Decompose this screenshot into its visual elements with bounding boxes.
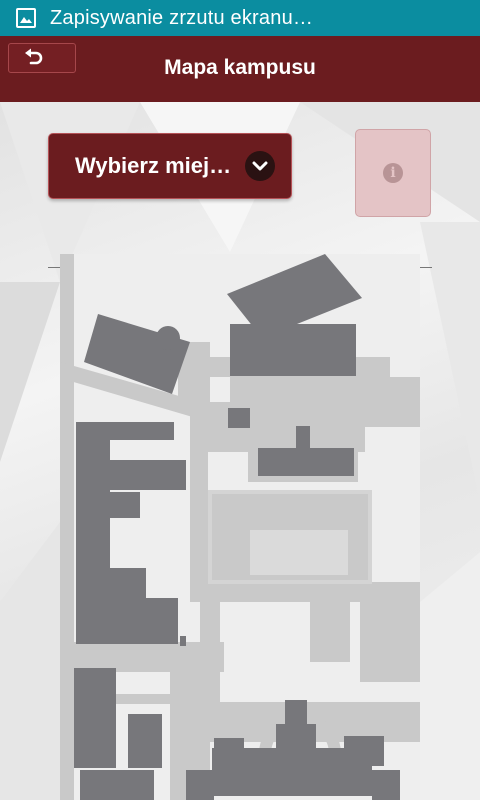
place-selector[interactable]: Wybierz miej… (48, 133, 292, 199)
image-icon (16, 8, 36, 28)
page-title: Mapa kampusu (164, 56, 316, 79)
place-selector-value: Wybierz miej… (75, 153, 232, 178)
map-screen: Wybierz miej… i (0, 102, 480, 800)
campus-map[interactable] (0, 252, 480, 800)
sports-field (250, 530, 348, 575)
oval-court (191, 290, 217, 338)
status-bar: Zapisywanie zrzutu ekranu… (0, 0, 480, 36)
chevron-down-icon (245, 151, 275, 181)
status-text: Zapisywanie zrzutu ekranu… (50, 6, 314, 29)
info-icon: i (383, 163, 403, 183)
app-bar: Mapa kampusu (0, 36, 480, 102)
info-button[interactable]: i (355, 129, 431, 217)
